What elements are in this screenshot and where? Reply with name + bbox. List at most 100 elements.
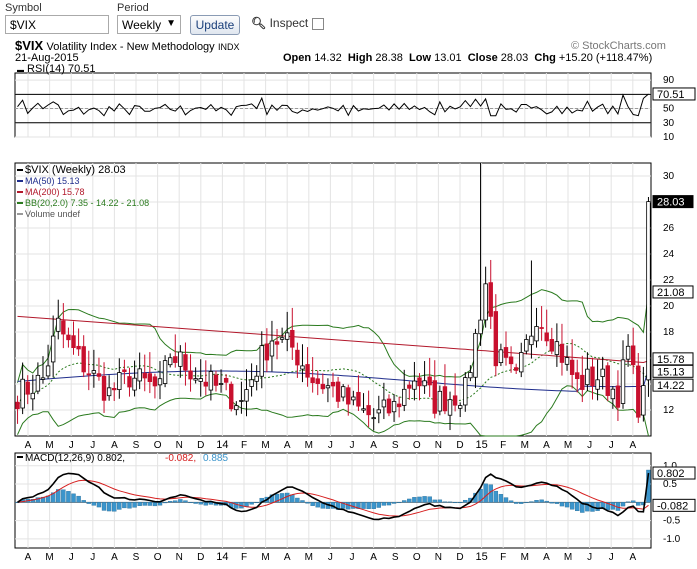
macd-histogram-bar <box>361 502 366 509</box>
candle-body <box>295 349 300 366</box>
macd-histogram-bar <box>203 502 209 506</box>
macd-histogram-bar <box>167 500 173 503</box>
candle-body <box>585 368 590 386</box>
macd-histogram-bar <box>290 494 295 503</box>
rsi-title: RSI(14) 70.51 <box>27 63 95 75</box>
candle-body <box>463 377 468 406</box>
candle-body <box>218 383 224 385</box>
candle-body <box>498 349 504 364</box>
candle-body <box>234 405 239 411</box>
candle-body <box>208 371 214 391</box>
macd-histogram-bar <box>66 491 71 503</box>
macd-x-label: J <box>328 552 333 563</box>
macd-value-tag-text: 0.802 <box>657 468 685 480</box>
candle-body <box>529 335 534 346</box>
macd-histogram-bar <box>529 501 534 503</box>
candle-body <box>315 378 320 384</box>
price-tick-label: 18 <box>663 327 675 338</box>
macd-histogram-bar <box>534 500 539 503</box>
candle-body <box>605 365 610 396</box>
candle-body <box>325 385 331 389</box>
candle-body <box>71 335 76 349</box>
candle-body <box>335 381 341 402</box>
candle-body <box>173 356 178 363</box>
price-x-label: A <box>629 440 636 451</box>
candle-body <box>285 332 290 340</box>
macd-histogram-bar <box>544 500 549 503</box>
candle-body <box>269 340 275 357</box>
candle-body <box>346 387 351 405</box>
price-x-label: J <box>90 440 95 451</box>
price-x-label: 14 <box>216 439 228 451</box>
price-x-label: N <box>176 440 183 451</box>
price-x-label: D <box>197 440 204 451</box>
candle-body <box>442 386 448 412</box>
candle-body <box>417 377 422 387</box>
macd-histogram-bar <box>71 493 76 503</box>
candle-body <box>361 408 366 411</box>
candle-body <box>468 372 473 379</box>
macd-histogram-bar <box>157 502 163 506</box>
macd-histogram-bar <box>106 502 112 512</box>
candle-body <box>56 317 61 332</box>
macd-histogram-bar <box>391 502 397 504</box>
macd-x-label: N <box>176 552 183 563</box>
price-x-label: F <box>241 440 247 451</box>
candle-body <box>447 399 453 416</box>
candle-body <box>101 376 107 401</box>
macd-x-label: N <box>435 552 442 563</box>
candle-body <box>646 201 651 381</box>
macd-tick-label: -1.0 <box>663 534 681 545</box>
macd-hist-value: 0.885 <box>203 453 228 464</box>
candle-body <box>610 388 616 400</box>
rsi-tick-label: 50 <box>663 104 675 115</box>
macd-x-label: O <box>154 552 162 563</box>
candle-body <box>371 417 376 420</box>
price-x-label: A <box>111 440 118 451</box>
macd-x-label: M <box>45 552 53 563</box>
candle-body <box>254 375 259 382</box>
candle-body <box>376 409 381 414</box>
macd-histogram-bar <box>183 500 188 503</box>
macd-x-label: J <box>350 552 355 563</box>
macd-histogram-bar <box>503 497 509 503</box>
candle-body <box>15 401 20 410</box>
macd-x-label: A <box>370 552 377 563</box>
price-legend-entry: Volume undef <box>25 209 81 219</box>
macd-x-label: D <box>456 552 463 563</box>
macd-histogram-bar <box>127 502 132 509</box>
chart-canvas: 1030507090▬RSI(14) 70.5170.5112141618202… <box>14 63 696 563</box>
candle-body <box>223 377 229 383</box>
candle-body <box>112 387 117 391</box>
candle-body <box>534 326 539 342</box>
candle-body <box>356 391 361 407</box>
candle-body <box>264 343 270 361</box>
candle-body <box>142 372 147 379</box>
macd-histogram-bar <box>524 502 529 504</box>
candle-body <box>81 346 86 373</box>
candle-body <box>600 368 605 377</box>
macd-title: MACD(12,26,9) 0.802, <box>25 453 125 464</box>
candle-body <box>45 365 51 377</box>
candle-body <box>564 357 570 365</box>
rsi-tick-label: 10 <box>663 132 675 143</box>
candle-body <box>580 374 585 390</box>
candle-body <box>330 381 336 387</box>
macd-histogram-bar <box>300 500 305 503</box>
candle-body <box>50 335 56 363</box>
candle-body <box>198 378 203 382</box>
macd-x-label: S <box>392 552 399 563</box>
macd-histogram-bar <box>396 502 402 504</box>
macd-histogram-bar <box>117 502 122 510</box>
macd-histogram-bar <box>61 489 66 503</box>
macd-histogram-bar <box>315 502 320 508</box>
price-value-tag-text: 21.08 <box>657 287 685 299</box>
macd-x-label: A <box>111 552 118 563</box>
price-x-label: M <box>305 440 313 451</box>
macd-x-label: J <box>609 552 614 563</box>
macd-histogram-bar <box>193 502 198 504</box>
candle-body <box>366 405 371 416</box>
macd-histogram-bar <box>162 502 168 504</box>
rsi-panel-frame <box>14 72 652 138</box>
price-x-label: J <box>328 440 333 451</box>
